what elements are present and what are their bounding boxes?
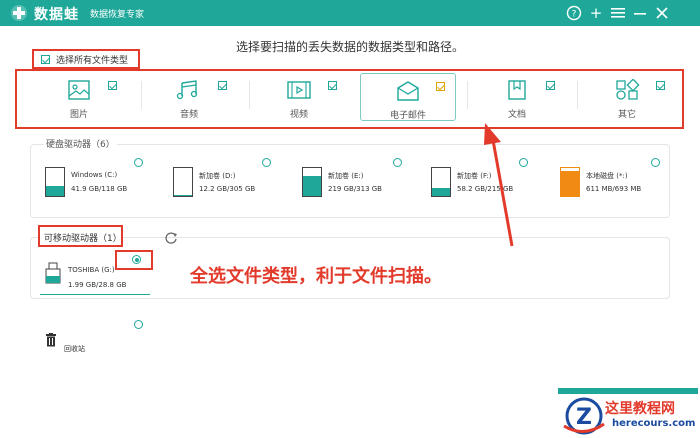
annotation-arrow — [484, 123, 514, 247]
watermark-brand: 这里教程网 — [605, 401, 675, 417]
svg-text:Z: Z — [576, 405, 592, 430]
watermark-site: herecours.com — [612, 418, 696, 429]
